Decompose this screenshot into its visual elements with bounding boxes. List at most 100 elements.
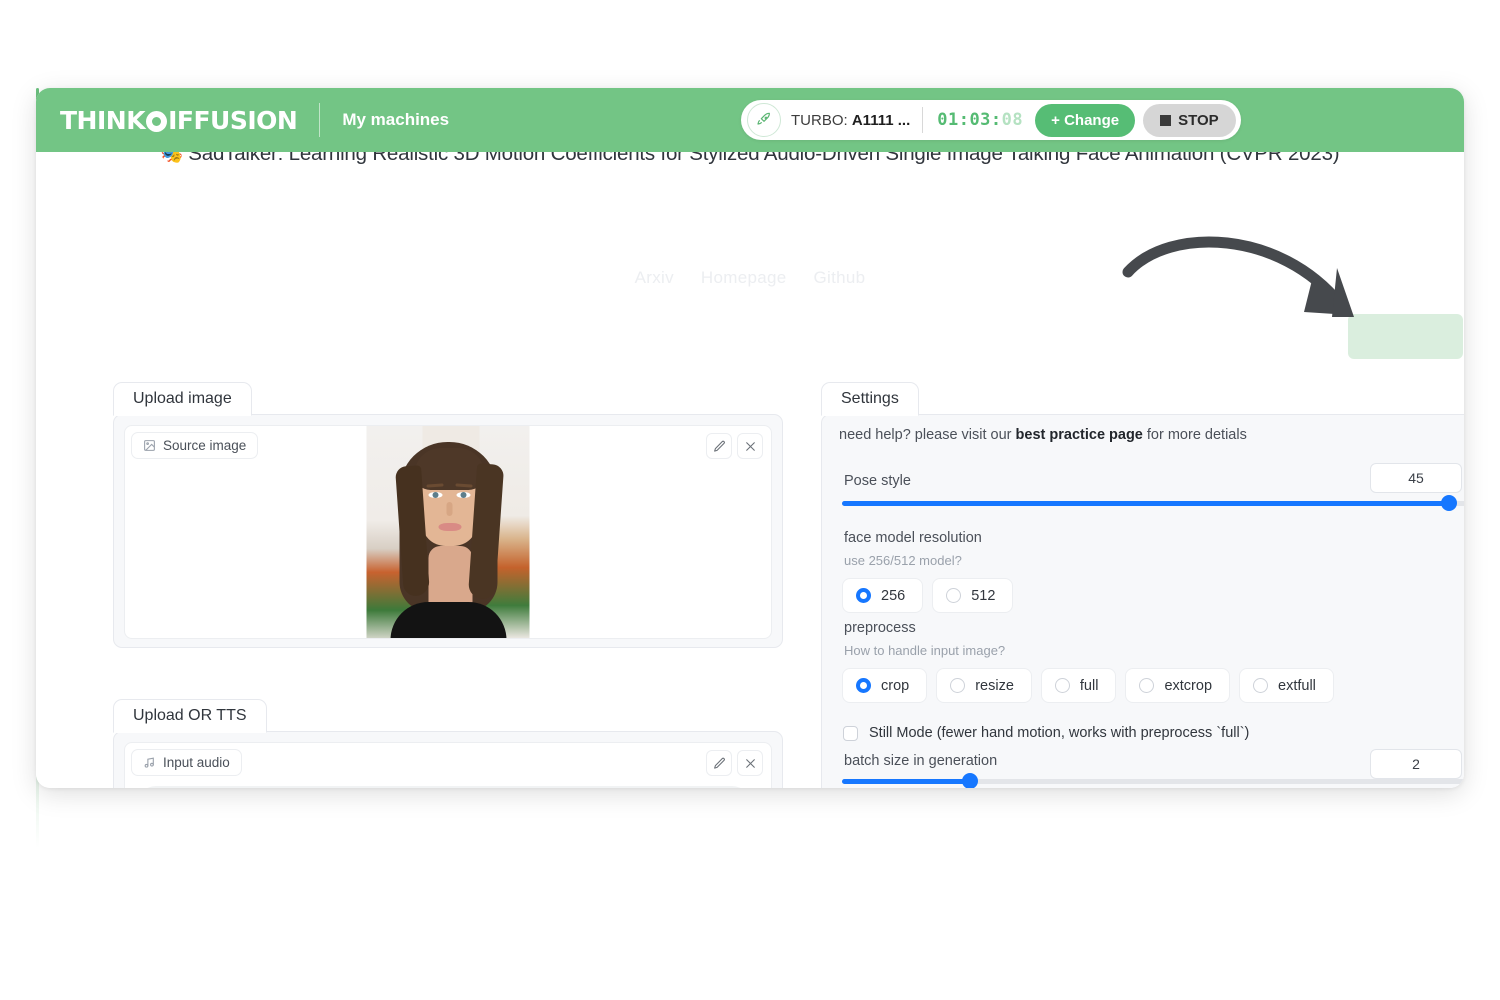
stop-button-label: STOP: [1178, 111, 1219, 129]
input-audio-block: Input audio: [124, 742, 772, 788]
page-title-text: SadTalker: Learning Realistic 3D Motion …: [188, 152, 1340, 165]
tab-upload-or-tts[interactable]: Upload OR TTS: [113, 699, 267, 733]
stop-machine-button[interactable]: STOP: [1143, 103, 1236, 137]
preprocess-options: crop resize full extcrop extfull: [842, 668, 1334, 703]
radio-indicator-full: [1054, 678, 1070, 693]
settings-tab-strip: Settings: [821, 382, 919, 416]
link-github[interactable]: Github: [814, 268, 866, 287]
portrait-clothing: [390, 602, 507, 638]
source-image-label-text: Source image: [163, 438, 247, 453]
link-arxiv[interactable]: Arxiv: [635, 268, 674, 287]
settings-panel: Settings need help? please visit our bes…: [821, 382, 1464, 788]
radio-indicator-256: [856, 588, 871, 603]
brand-logo-text-2: IFFUSION: [168, 105, 298, 135]
still-mode-checkbox[interactable]: [843, 725, 858, 741]
pose-style-highlight: [1348, 314, 1463, 359]
page-title: 🎭 SadTalker: Learning Realistic 3D Motio…: [36, 152, 1464, 166]
brand-block[interactable]: THINK IFFUSION My machines: [60, 103, 449, 137]
app-header: THINK IFFUSION My machines TURBO: A1111 .…: [36, 88, 1464, 152]
preprocess-label: preprocess: [844, 620, 916, 636]
upload-audio-panel: Upload OR TTS Input audio: [113, 699, 783, 788]
help-text: need help? please visit our best practic…: [839, 427, 1247, 443]
brand-dot-icon: [146, 110, 168, 132]
radio-indicator-extfull: [1253, 678, 1269, 693]
radio-option-crop[interactable]: crop: [842, 668, 928, 703]
source-image-label: Source image: [131, 432, 259, 459]
machine-status-pill: TURBO: A1111 ... 01:03:08 + Change STOP: [741, 100, 1241, 140]
reference-links: Arxiv Homepage Github: [36, 268, 1464, 288]
radio-indicator-resize: [950, 678, 966, 693]
link-homepage[interactable]: Homepage: [701, 268, 787, 287]
radio-label-256: 256: [881, 587, 906, 604]
app-content: 🎭 SadTalker: Learning Realistic 3D Motio…: [36, 152, 1464, 788]
brand-logo: THINK IFFUSION: [60, 105, 298, 135]
preprocess-sublabel: How to handle input image?: [844, 643, 1006, 658]
app-window-card: THINK IFFUSION My machines TURBO: A1111 .…: [36, 88, 1464, 788]
edit-image-button[interactable]: [706, 433, 732, 459]
radio-option-full[interactable]: full: [1040, 668, 1117, 703]
pose-style-label: Pose style: [844, 473, 911, 489]
help-text-prefix: need help? please visit our: [839, 427, 1016, 443]
batch-size-slider[interactable]: [842, 773, 1464, 788]
machine-name-label: TURBO: A1111 ...: [791, 112, 910, 129]
radio-label-resize: resize: [975, 677, 1014, 694]
face-model-resolution-label: face model resolution: [844, 530, 982, 546]
help-text-suffix: for more detials: [1142, 427, 1247, 443]
batch-size-label: batch size in generation: [844, 753, 998, 769]
radio-option-512[interactable]: 512: [932, 578, 1014, 613]
clear-image-button[interactable]: [737, 433, 763, 459]
image-icon: [143, 439, 156, 452]
upload-image-panel: Upload image Source image: [113, 382, 783, 648]
pose-style-slider-thumb[interactable]: [1441, 495, 1458, 511]
face-model-resolution-sublabel: use 256/512 model?: [844, 553, 962, 568]
tab-settings[interactable]: Settings: [821, 382, 919, 416]
input-audio-label: Input audio: [131, 749, 242, 776]
portrait-lips: [438, 523, 462, 531]
upload-audio-tab-strip: Upload OR TTS: [113, 699, 267, 733]
session-timer: 01:03:08: [937, 110, 1023, 130]
machine-id: A1111 ...: [851, 111, 911, 129]
pose-style-slider[interactable]: [842, 495, 1464, 511]
pose-style-slider-fill: [842, 501, 1451, 506]
upload-image-tab-strip: Upload image: [113, 382, 252, 416]
portrait-pupil-right: [460, 492, 467, 498]
stop-square-icon: [1160, 114, 1172, 126]
portrait-hair-top: [414, 448, 485, 490]
portrait-pupil-left: [432, 492, 439, 498]
radio-label-512: 512: [971, 587, 996, 604]
change-machine-button[interactable]: + Change: [1035, 103, 1136, 137]
machine-prefix: TURBO:: [791, 111, 852, 129]
radio-option-resize[interactable]: resize: [936, 668, 1032, 703]
radio-indicator-crop: [856, 678, 871, 693]
pose-style-value-input[interactable]: 45: [1370, 463, 1462, 493]
audio-player: 0:00 / 0:03: [137, 786, 751, 788]
radio-indicator-extcrop: [1139, 678, 1155, 693]
screenshot-root: THINK IFFUSION My machines TURBO: A1111 .…: [0, 0, 1500, 1000]
clear-audio-button[interactable]: [737, 750, 763, 776]
source-image-dropzone[interactable]: Source image: [124, 425, 772, 639]
timer-seconds: 08: [1001, 110, 1024, 130]
still-mode-row[interactable]: Still Mode (fewer hand motion, works wit…: [843, 725, 1249, 741]
audio-toolbar: [706, 750, 763, 776]
batch-size-slider-thumb[interactable]: [962, 773, 979, 788]
radio-option-extfull[interactable]: extfull: [1239, 668, 1334, 703]
radio-label-extfull: extfull: [1278, 677, 1316, 694]
pill-divider: [922, 107, 924, 133]
radio-label-full: full: [1079, 677, 1099, 694]
timer-hours-minutes: 01:03:: [937, 110, 1002, 130]
still-mode-label: Still Mode (fewer hand motion, works wit…: [869, 725, 1250, 741]
radio-label-extcrop: extcrop: [1164, 677, 1213, 694]
edit-audio-button[interactable]: [706, 750, 732, 776]
tab-upload-image[interactable]: Upload image: [113, 382, 252, 416]
radio-option-extcrop[interactable]: extcrop: [1125, 668, 1231, 703]
radio-option-256[interactable]: 256: [842, 578, 924, 613]
brand-divider: [319, 103, 321, 137]
best-practice-link[interactable]: best practice page: [1016, 427, 1143, 443]
face-model-resolution-options: 256 512: [842, 578, 1014, 613]
music-note-icon: [143, 756, 156, 769]
nav-my-machines[interactable]: My machines: [342, 110, 449, 130]
brand-logo-text-1: THINK: [60, 105, 146, 135]
radio-label-crop: crop: [881, 677, 910, 694]
batch-size-slider-fill: [842, 779, 969, 784]
radio-indicator-512: [946, 588, 962, 603]
